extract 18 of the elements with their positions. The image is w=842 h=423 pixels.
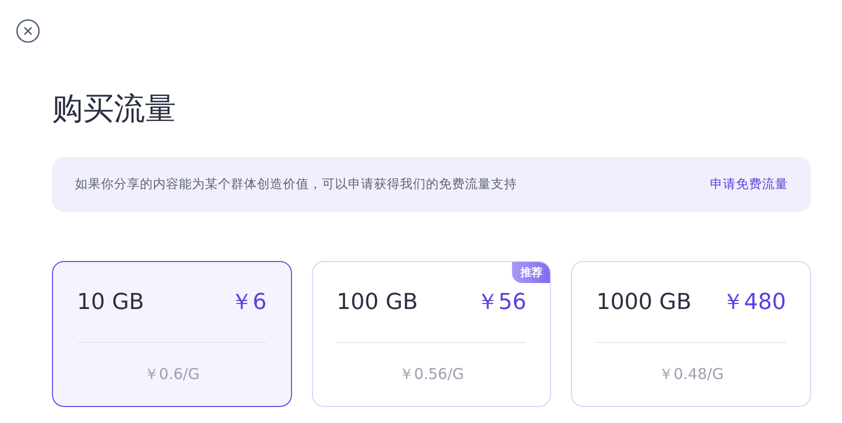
close-icon <box>16 19 40 43</box>
plan-size: 100 GB <box>336 290 418 314</box>
unit-price: ￥0.6/G <box>144 365 200 384</box>
plan-price: ￥6 <box>230 289 267 317</box>
page-title: 购买流量 <box>52 90 176 129</box>
plan-size: 10 GB <box>77 290 144 314</box>
close-button[interactable] <box>16 19 40 43</box>
recommend-badge: 推荐 <box>512 262 550 283</box>
plan-price: ￥56 <box>476 289 526 317</box>
plan-card[interactable]: 10 GB ￥6 ￥0.6/G <box>52 261 292 407</box>
notice-text: 如果你分享的内容能为某个群体创造价值，可以申请获得我们的免费流量支持 <box>75 176 517 193</box>
unit-price: ￥0.56/G <box>398 365 464 384</box>
plan-card[interactable]: 推荐 100 GB ￥56 ￥0.56/G <box>312 261 552 407</box>
apply-link[interactable]: 申请免费流量 <box>710 176 788 193</box>
plan-size: 1000 GB <box>596 290 692 314</box>
plan-card[interactable]: 1000 GB ￥480 ￥0.48/G <box>571 261 811 407</box>
unit-price: ￥0.48/G <box>658 365 724 384</box>
plan-price: ￥480 <box>722 289 786 317</box>
